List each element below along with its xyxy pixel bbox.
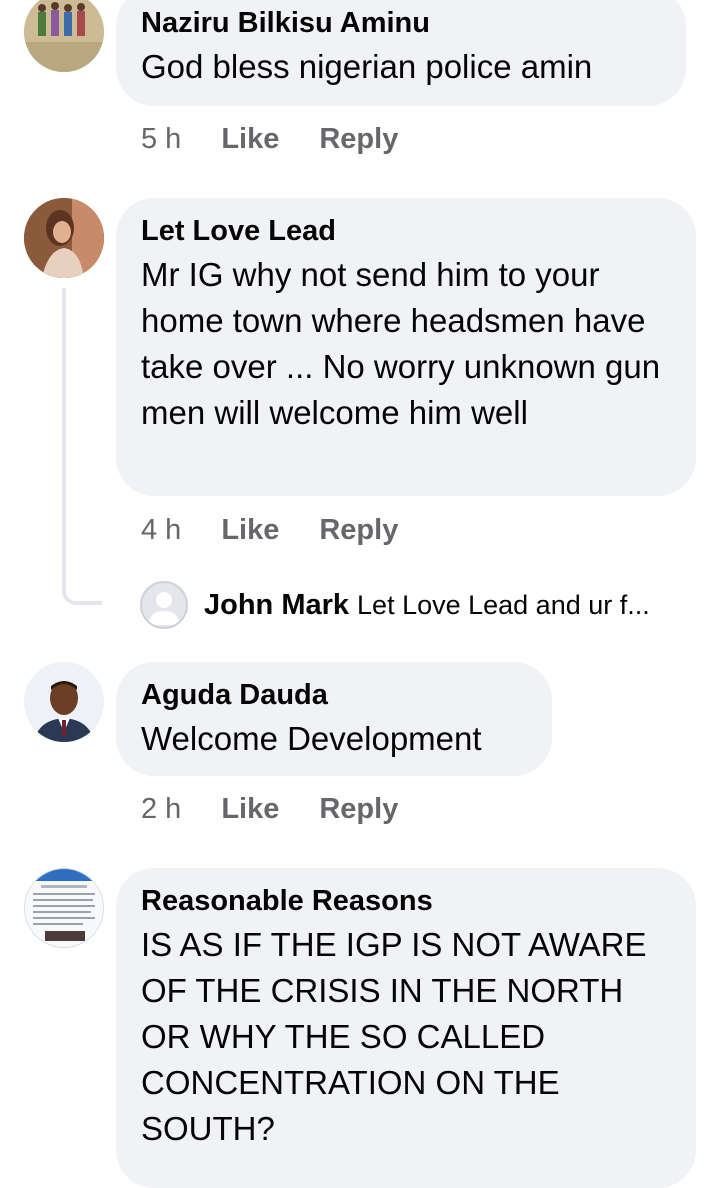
- comment-text: IS AS IF THE IGP IS NOT AWARE OF THE CRI…: [141, 926, 647, 1147]
- comment-time[interactable]: 2 h: [141, 793, 181, 826]
- comment-author[interactable]: Naziru Bilkisu Aminu: [141, 4, 660, 42]
- like-button[interactable]: Like: [221, 123, 279, 156]
- comment-author[interactable]: Let Love Lead: [141, 212, 670, 250]
- document-screenshot-icon: [25, 869, 103, 947]
- comment-time[interactable]: 5 h: [141, 123, 181, 156]
- avatar[interactable]: [24, 198, 104, 278]
- person-photo-icon: [24, 662, 104, 742]
- comment-text: God bless nigerian police amin: [141, 48, 593, 85]
- comment-actions: 4 h Like Reply: [141, 510, 438, 550]
- comment-actions: 2 h Like Reply: [141, 789, 438, 829]
- like-button[interactable]: Like: [221, 793, 279, 826]
- like-button[interactable]: Like: [221, 514, 279, 547]
- thread-line: [62, 288, 102, 605]
- comment-bubble[interactable]: Let Love Lead Mr IG why not send him to …: [116, 198, 696, 496]
- comment-bubble[interactable]: Aguda Dauda Welcome Development: [116, 662, 552, 776]
- avatar[interactable]: [24, 0, 104, 72]
- avatar[interactable]: [24, 868, 104, 948]
- group-photo-icon: [24, 0, 104, 72]
- reply-author[interactable]: John Mark: [204, 589, 349, 622]
- avatar[interactable]: [24, 662, 104, 742]
- reply-button[interactable]: Reply: [319, 793, 398, 826]
- reply-button[interactable]: Reply: [319, 514, 398, 547]
- comment-bubble[interactable]: Reasonable Reasons IS AS IF THE IGP IS N…: [116, 868, 696, 1188]
- comment-actions: 5 h Like Reply: [141, 119, 438, 159]
- reply-preview[interactable]: John Mark Let Love Lead and ur f...: [140, 580, 650, 630]
- comment-time[interactable]: 4 h: [141, 514, 181, 547]
- reply-text: Let Love Lead and ur f...: [357, 589, 650, 620]
- reply-button[interactable]: Reply: [319, 123, 398, 156]
- person-photo-icon: [24, 198, 104, 278]
- default-avatar-icon: [140, 581, 188, 629]
- comment-text: Mr IG why not send him to your home town…: [141, 256, 661, 431]
- comment-author[interactable]: Aguda Dauda: [141, 676, 526, 714]
- comment-author[interactable]: Reasonable Reasons: [141, 882, 670, 920]
- comment-bubble[interactable]: Naziru Bilkisu Aminu God bless nigerian …: [116, 0, 686, 106]
- comment-text: Welcome Development: [141, 720, 482, 757]
